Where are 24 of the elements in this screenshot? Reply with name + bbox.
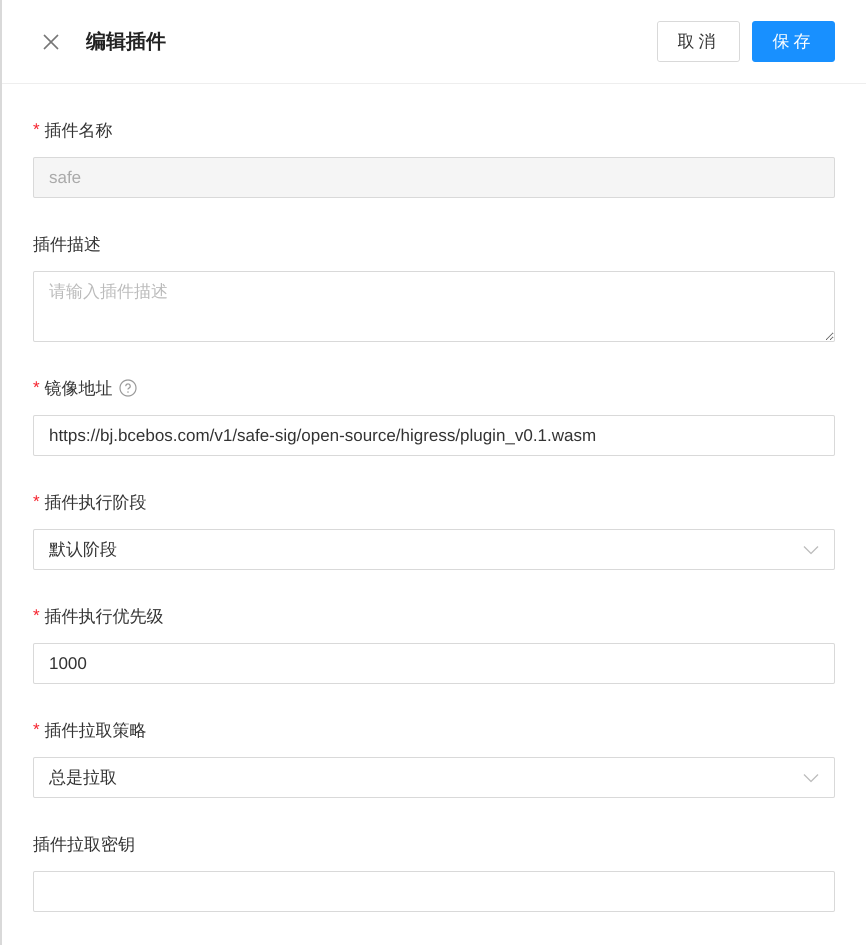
drawer-title: 编辑插件 xyxy=(86,30,166,55)
required-mark: * xyxy=(33,378,40,398)
field-label: 插件描述 xyxy=(33,234,101,256)
close-icon[interactable] xyxy=(42,32,60,50)
input-field[interactable]: 1000 xyxy=(33,643,835,684)
input-field[interactable] xyxy=(33,871,835,912)
cancel-button[interactable]: 取消 xyxy=(657,21,740,62)
field-label: 镜像地址 xyxy=(44,378,113,400)
required-mark: * xyxy=(33,120,40,140)
field-label: 插件拉取策略 xyxy=(44,720,147,742)
select-field[interactable]: 总是拉取 xyxy=(33,757,835,798)
field-label: 插件执行优先级 xyxy=(44,606,164,628)
required-mark: * xyxy=(33,720,40,740)
field-label: 插件拉取密钥 xyxy=(33,834,135,856)
select-field[interactable]: 默认阶段 xyxy=(33,529,835,570)
field-label: 插件名称 xyxy=(44,120,113,142)
caret-icon xyxy=(803,544,819,554)
textarea-field[interactable]: 请输入插件描述 xyxy=(33,271,835,342)
help-icon[interactable] xyxy=(118,379,137,397)
field-label: 插件执行阶段 xyxy=(44,492,147,514)
input-field[interactable]: https://bj.bcebos.com/v1/safe-sig/open-source/higress/plugin_v0.1.wasm xyxy=(33,415,835,456)
caret-icon xyxy=(803,772,819,782)
required-mark: * xyxy=(33,606,40,626)
required-mark: * xyxy=(33,492,40,512)
